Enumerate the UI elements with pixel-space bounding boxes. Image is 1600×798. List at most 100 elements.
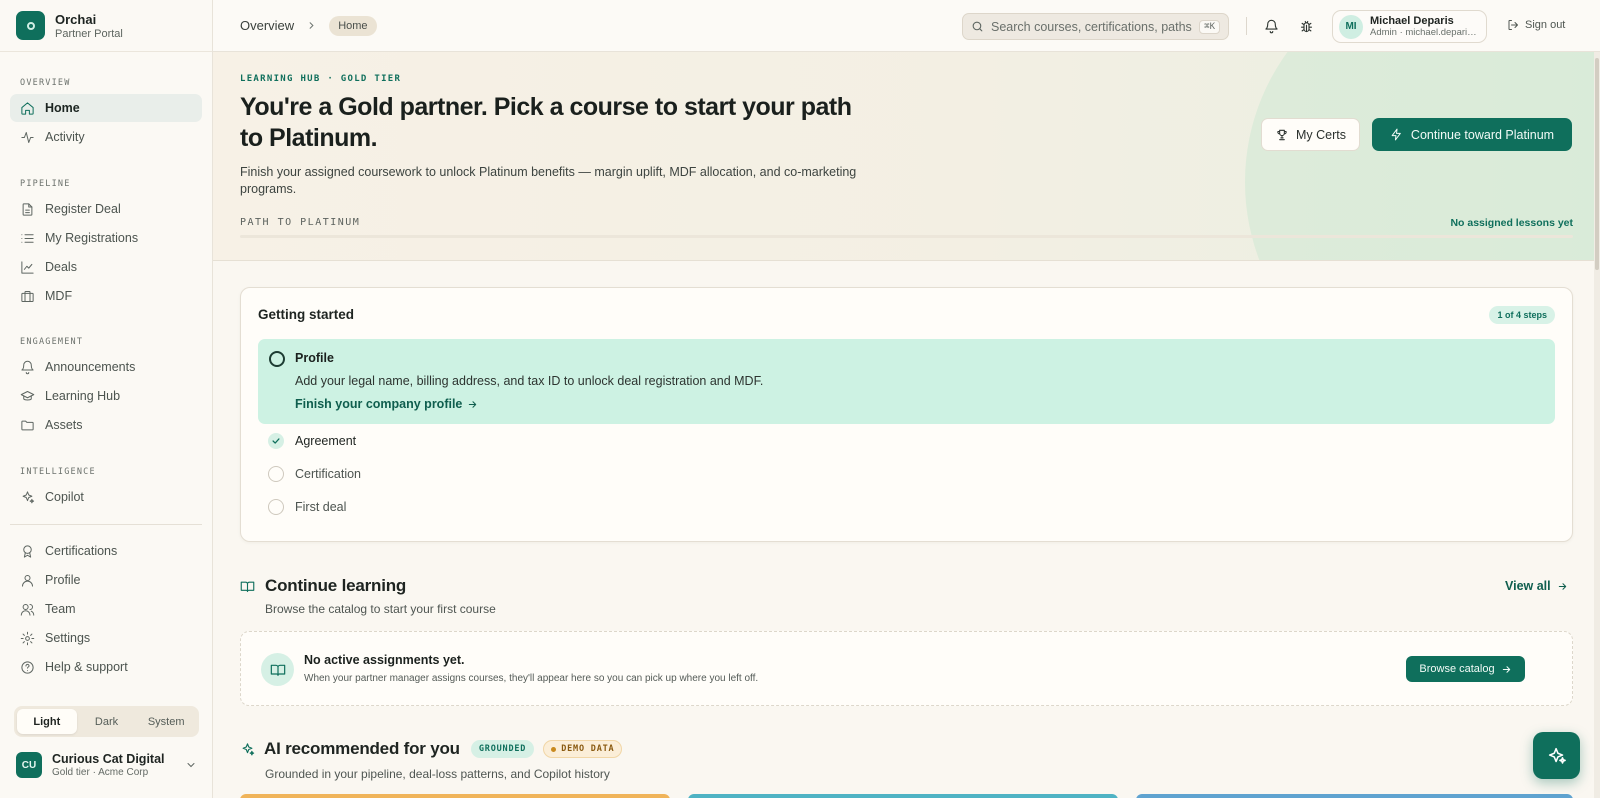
- finish-profile-link[interactable]: Finish your company profile: [295, 397, 478, 411]
- ai-recommended-header: AI recommended for you GROUNDED DEMO DAT…: [240, 739, 623, 759]
- check-icon: [268, 433, 284, 449]
- hero-eyebrow: LEARNING HUB · GOLD TIER: [240, 74, 402, 84]
- trophy-icon: [1277, 129, 1287, 140]
- gear-icon: [20, 631, 35, 645]
- empty-assignments-card: No active assignments yet. When your par…: [240, 631, 1573, 706]
- brand[interactable]: Orchai Partner Portal: [0, 0, 212, 52]
- step-certification[interactable]: Certification: [268, 466, 361, 482]
- theme-option-system[interactable]: System: [136, 709, 196, 734]
- browse-catalog-button[interactable]: Browse catalog: [1406, 656, 1525, 682]
- sidebar-item-copilot[interactable]: Copilot: [10, 483, 202, 511]
- continue-platinum-button[interactable]: Continue toward Platinum: [1372, 118, 1572, 151]
- search-shortcut: ⌘K: [1199, 19, 1220, 34]
- continue-learning-header: Continue learning: [240, 576, 406, 596]
- user-menu[interactable]: MI Michael Deparis Admin · michael.depar…: [1332, 10, 1487, 43]
- step-circle-icon: [269, 351, 285, 367]
- theme-option-dark[interactable]: Dark: [77, 709, 137, 734]
- org-name: Curious Cat Digital: [52, 752, 165, 766]
- nav-label-engagement: ENGAGEMENT: [20, 337, 84, 347]
- sidebar-item-deals[interactable]: Deals: [10, 253, 202, 281]
- sidebar-item-label: Activity: [45, 130, 85, 144]
- debug-button[interactable]: [1297, 17, 1315, 35]
- breadcrumb-current: Home: [329, 15, 377, 36]
- sidebar-item-home[interactable]: Home: [10, 94, 202, 122]
- users-icon: [20, 603, 35, 616]
- chevron-right-icon: [306, 20, 317, 31]
- my-certs-label: My Certs: [1296, 127, 1346, 142]
- sparkles-icon: [1548, 747, 1566, 764]
- user-icon: [22, 574, 33, 587]
- org-switcher[interactable]: CU Curious Cat Digital Gold tier · Acme …: [16, 752, 197, 778]
- ai-recommended-title: AI recommended for you: [264, 739, 460, 758]
- notifications-button[interactable]: [1262, 17, 1280, 35]
- scrollbar[interactable]: [1594, 52, 1600, 798]
- sidebar-item-label: Announcements: [45, 360, 136, 374]
- search-icon: [972, 21, 983, 32]
- dot-icon: [551, 746, 557, 752]
- sidebar-item-label: Team: [45, 602, 76, 616]
- step-first-deal[interactable]: First deal: [268, 499, 346, 515]
- sidebar-item-team[interactable]: Team: [10, 595, 202, 623]
- sidebar-item-label: Profile: [45, 573, 81, 587]
- hero-decoration: [1245, 52, 1600, 260]
- sidebar-item-profile[interactable]: Profile: [10, 566, 202, 594]
- logout-icon: [1508, 20, 1518, 30]
- view-all-link[interactable]: View all: [1505, 579, 1568, 593]
- bell-icon: [21, 360, 34, 374]
- signout-button[interactable]: Sign out: [1507, 19, 1565, 31]
- my-certs-button[interactable]: My Certs: [1261, 118, 1360, 151]
- sidebar-item-activity[interactable]: Activity: [10, 123, 202, 151]
- hero-description: Finish your assigned coursework to unloc…: [240, 165, 857, 196]
- copilot-fab-button[interactable]: [1533, 732, 1580, 779]
- activity-icon: [21, 131, 34, 143]
- scrollbar-thumb[interactable]: [1595, 58, 1599, 270]
- path-label: PATH TO PLATINUM: [240, 217, 361, 228]
- browse-catalog-label: Browse catalog: [1419, 663, 1495, 675]
- step-circle-icon: [268, 466, 284, 482]
- empty-title: No active assignments yet.: [304, 653, 465, 667]
- recommendation-card[interactable]: [688, 794, 1118, 798]
- getting-started-card: Getting started 1 of 4 steps Profile Add…: [240, 287, 1573, 542]
- app-root: Orchai Partner Portal OVERVIEW Home Acti…: [0, 0, 1600, 798]
- nav-section-intelligence: INTELLIGENCE Copilot: [0, 440, 212, 511]
- search-box: ⌘K: [962, 13, 1229, 40]
- ai-recommended-subtitle: Grounded in your pipeline, deal-loss pat…: [265, 767, 610, 781]
- demo-data-badge: DEMO DATA: [543, 740, 623, 758]
- book-open-icon: [240, 581, 255, 592]
- signout-label: Sign out: [1525, 19, 1566, 31]
- step-profile-active[interactable]: Profile Add your legal name, billing add…: [258, 339, 1555, 424]
- user-role: Admin · michael.deparis@acme.com: [1370, 27, 1478, 38]
- sparkles-icon: [242, 742, 255, 755]
- step-title: Profile: [295, 351, 334, 365]
- hero-banner: LEARNING HUB · GOLD TIER You're a Gold p…: [213, 52, 1600, 261]
- sidebar-item-certifications[interactable]: Certifications: [10, 537, 202, 565]
- sidebar: Orchai Partner Portal OVERVIEW Home Acti…: [0, 0, 213, 798]
- brand-logo-icon: [16, 11, 45, 40]
- recommendation-card[interactable]: [240, 794, 670, 798]
- sidebar-item-label: Certifications: [45, 544, 118, 558]
- arrow-right-icon: [1558, 582, 1566, 590]
- chevron-down-icon: [187, 763, 195, 768]
- sidebar-item-announcements[interactable]: Announcements: [10, 353, 202, 381]
- sidebar-item-label: My Registrations: [45, 231, 139, 245]
- brand-subtitle: Partner Portal: [55, 27, 123, 40]
- sidebar-item-settings[interactable]: Settings: [10, 624, 202, 652]
- nav-label-overview: OVERVIEW: [20, 78, 71, 88]
- search-input[interactable]: [991, 19, 1193, 34]
- sidebar-item-mdf[interactable]: MDF: [10, 282, 202, 310]
- briefcase-icon: [21, 290, 34, 302]
- recommendation-card[interactable]: [1136, 794, 1573, 798]
- nav-label-intelligence: INTELLIGENCE: [20, 467, 96, 477]
- sidebar-item-learning-hub[interactable]: Learning Hub: [10, 382, 202, 410]
- arrow-right-icon: [1502, 665, 1510, 673]
- main-content: Overview Home ⌘K MI Michael Deparis: [213, 0, 1600, 798]
- sidebar-item-my-registrations[interactable]: My Registrations: [10, 224, 202, 252]
- sidebar-item-register-deal[interactable]: Register Deal: [10, 195, 202, 223]
- step-agreement[interactable]: Agreement: [268, 433, 356, 449]
- theme-option-light[interactable]: Light: [17, 709, 77, 734]
- bug-icon: [1300, 20, 1312, 32]
- chart-line-icon: [21, 260, 34, 274]
- sidebar-item-help[interactable]: Help & support: [10, 653, 202, 681]
- breadcrumb-root[interactable]: Overview: [240, 18, 294, 33]
- sidebar-item-assets[interactable]: Assets: [10, 411, 202, 439]
